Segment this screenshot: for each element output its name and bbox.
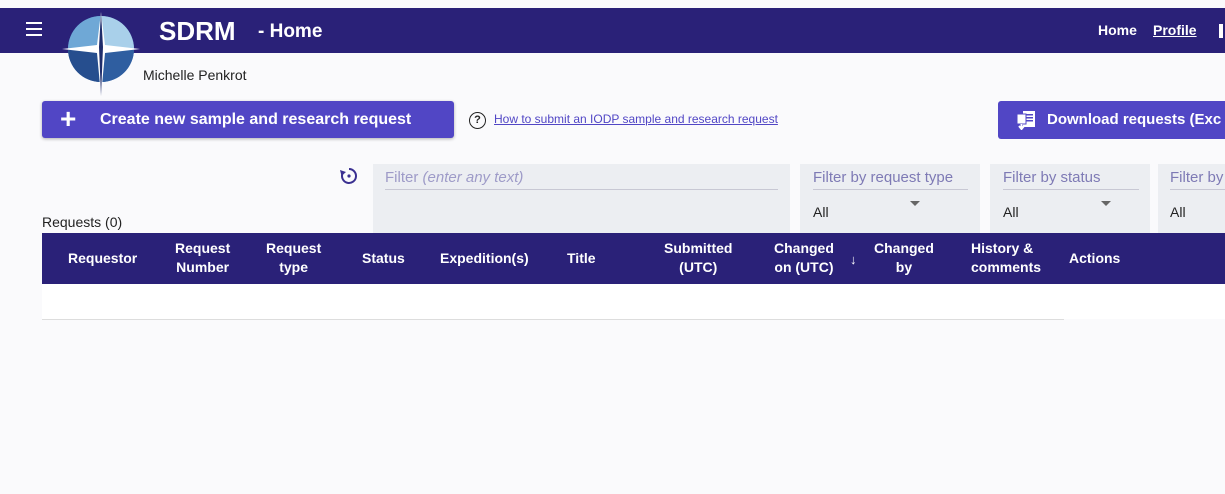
user-name: Michelle Penkrot <box>143 67 247 83</box>
nav-overflow-marker <box>1219 24 1223 38</box>
status-filter[interactable]: Filter by status All <box>990 164 1150 233</box>
column-history-comments[interactable]: History & comments <box>971 239 1041 277</box>
sdrm-logo-icon <box>62 12 140 96</box>
column-request-type[interactable]: Request type <box>266 239 321 277</box>
nav-home-link[interactable]: Home <box>1098 22 1137 38</box>
request-type-filter-value: All <box>813 204 829 220</box>
create-request-button[interactable]: + Create new sample and research request <box>42 101 454 138</box>
table-empty-row <box>42 284 1064 320</box>
dropdown-arrow-icon <box>1101 201 1111 206</box>
requests-count: Requests (0) <box>42 214 123 230</box>
request-type-filter[interactable]: Filter by request type All <box>800 164 980 233</box>
column-changed-by[interactable]: Changed by <box>874 239 934 277</box>
dropdown-arrow-icon <box>910 201 920 206</box>
hamburger-menu-icon[interactable] <box>26 22 42 38</box>
extra-filter-label: Filter by <box>1170 169 1224 186</box>
request-type-filter-label: Filter by request type <box>813 169 954 186</box>
column-expeditions[interactable]: Expedition(s) <box>440 249 529 268</box>
column-actions: Actions <box>1069 250 1121 266</box>
column-requestor[interactable]: Requestor <box>68 249 137 268</box>
nav-profile-link[interactable]: Profile <box>1153 22 1197 38</box>
plus-icon: + <box>60 103 77 134</box>
help-circle-icon: ? <box>469 112 486 129</box>
column-changed-on[interactable]: Changed on (UTC) <box>774 239 834 277</box>
top-app-bar: SDRM - Home Home Profile <box>0 8 1225 53</box>
column-title[interactable]: Title <box>567 249 596 268</box>
text-filter-underline <box>385 189 778 190</box>
status-filter-label: Filter by status <box>1003 169 1101 186</box>
request-type-filter-underline <box>813 189 968 190</box>
table-empty-row-extension <box>1064 284 1225 319</box>
download-requests-button[interactable]: Download requests (Exc <box>998 101 1225 139</box>
text-filter-field[interactable]: Filter (enter any text) <box>373 164 790 233</box>
app-title: SDRM <box>159 16 236 46</box>
help-link[interactable]: How to submit an IODP sample and researc… <box>494 112 778 126</box>
excel-download-icon <box>1016 111 1035 130</box>
text-filter-label: Filter (enter any text) <box>385 169 524 186</box>
column-status[interactable]: Status <box>362 249 405 268</box>
create-request-label: Create new sample and research request <box>100 111 412 128</box>
status-filter-underline <box>1003 189 1139 190</box>
reset-filters-icon[interactable] <box>339 166 359 186</box>
status-filter-value: All <box>1003 204 1019 220</box>
sort-down-arrow-icon[interactable]: ↓ <box>850 252 857 267</box>
extra-filter-value: All <box>1170 204 1186 220</box>
page-title: - Home <box>258 21 323 42</box>
extra-filter-underline <box>1170 189 1225 190</box>
column-request-number[interactable]: Request Number <box>175 239 230 277</box>
column-submitted[interactable]: Submitted (UTC) <box>664 239 732 277</box>
extra-filter[interactable]: Filter by All <box>1158 164 1225 233</box>
download-requests-label: Download requests (Exc <box>1047 111 1222 128</box>
requests-table-header: Requestor Request Number Request type Stat… <box>42 233 1225 284</box>
